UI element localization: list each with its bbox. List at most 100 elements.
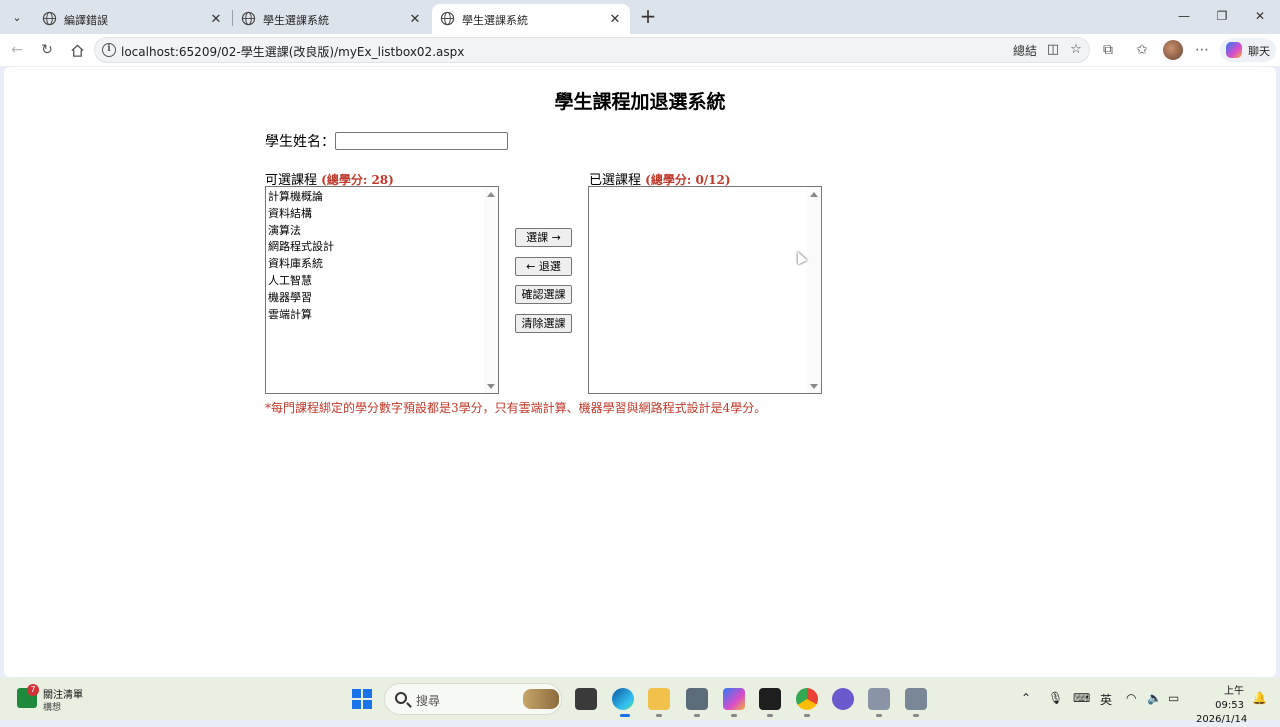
chevron-down-icon: ⌄ xyxy=(12,10,22,24)
list-item[interactable]: 演算法 xyxy=(268,223,498,240)
list-item[interactable]: 機器學習 xyxy=(268,290,498,307)
available-courses-listbox[interactable]: 計算機概論 資料結構 演算法 網路程式設計 資料庫系統 人工智慧 機器學習 雲端… xyxy=(265,186,499,394)
selected-courses-listbox[interactable] xyxy=(588,186,822,394)
scroll-down-icon[interactable] xyxy=(487,384,495,389)
visual-studio-icon[interactable] xyxy=(832,688,854,710)
start-button[interactable] xyxy=(352,689,372,709)
info-icon[interactable]: i xyxy=(102,43,116,57)
selected-courses-list xyxy=(589,187,821,189)
list-item[interactable]: 人工智慧 xyxy=(268,273,498,290)
notification-icon[interactable]: 🔔 xyxy=(1252,691,1267,705)
scroll-up-icon[interactable] xyxy=(810,192,818,197)
running-indicator xyxy=(876,714,882,717)
list-item[interactable]: 雲端計算 xyxy=(268,307,498,324)
copilot-label: 聊天 xyxy=(1248,45,1270,58)
more-icon: ⋯ xyxy=(1195,42,1209,58)
back-button[interactable]: ← xyxy=(6,39,28,61)
home-icon xyxy=(70,43,84,57)
tab-title: 學生選課系統 xyxy=(263,14,329,27)
scrollbar[interactable] xyxy=(807,187,821,393)
remote-desktop-icon[interactable] xyxy=(686,688,708,710)
ime-indicator[interactable]: 英 xyxy=(1100,691,1112,708)
widget-subtitle: 構想 xyxy=(43,703,62,713)
summarize-label[interactable]: 總結 xyxy=(1013,42,1037,59)
chrome-icon[interactable] xyxy=(796,688,818,710)
running-indicator xyxy=(804,714,810,717)
more-button[interactable]: ⋯ xyxy=(1191,39,1213,61)
running-indicator xyxy=(731,714,737,717)
minimize-button[interactable]: — xyxy=(1169,4,1199,28)
address-url[interactable]: localhost:65209/02-學生選課(改良版)/myEx_listbo… xyxy=(121,43,464,60)
extensions-button[interactable]: ⧉ xyxy=(1097,39,1119,61)
new-tab-button[interactable]: + xyxy=(638,6,658,27)
wifi-icon[interactable]: ◠ xyxy=(1126,691,1136,705)
restore-icon: ❐ xyxy=(1216,9,1228,23)
list-item[interactable]: 計算機概論 xyxy=(268,189,498,206)
search-placeholder: 搜尋 xyxy=(416,694,441,708)
camera-app-icon[interactable] xyxy=(868,688,890,710)
minimize-icon: — xyxy=(1178,9,1190,23)
close-icon[interactable]: ✕ xyxy=(406,10,424,28)
summarize-icon[interactable]: ◫ xyxy=(1045,42,1061,58)
list-item[interactable]: 資料結構 xyxy=(268,206,498,223)
address-bar[interactable]: i localhost:65209/02-學生選課(改良版)/myEx_list… xyxy=(94,37,1090,63)
back-icon: ← xyxy=(11,42,23,58)
copilot-app-icon[interactable] xyxy=(723,688,745,710)
globe-icon xyxy=(241,11,256,26)
keyboard-icon[interactable]: ⌨ xyxy=(1073,691,1090,705)
active-indicator xyxy=(620,714,630,717)
favorites-button[interactable]: ✩ xyxy=(1131,39,1153,61)
clock-date: 2026/1/14 xyxy=(1196,714,1248,725)
video-app-icon[interactable] xyxy=(905,688,927,710)
show-hidden-icons-icon[interactable]: ⌃ xyxy=(1021,691,1031,705)
home-button[interactable] xyxy=(66,39,88,61)
scrollbar[interactable] xyxy=(484,187,498,393)
widget-title[interactable]: 關注清單 xyxy=(43,686,83,701)
profile-avatar[interactable] xyxy=(1163,40,1183,60)
running-indicator xyxy=(694,714,700,717)
microphone-icon[interactable]: 🎙 xyxy=(1048,691,1063,705)
student-name-label: 學生姓名： xyxy=(265,134,335,150)
system-clock[interactable]: 上午 09:53 2026/1/14 xyxy=(1196,685,1248,727)
list-item[interactable]: 資料庫系統 xyxy=(268,256,498,273)
task-view-icon[interactable] xyxy=(575,688,597,710)
available-courses-list: 計算機概論 資料結構 演算法 網路程式設計 資料庫系統 人工智慧 機器學習 雲端… xyxy=(266,187,498,323)
copilot-button[interactable]: 聊天 xyxy=(1220,38,1276,62)
available-credit-total: (總學分: 28) xyxy=(321,173,394,187)
tab-compile-error[interactable]: 編譯錯誤 ✕ xyxy=(34,4,231,34)
search-highlight-icon xyxy=(523,689,559,709)
close-icon[interactable]: ✕ xyxy=(606,10,624,28)
confirm-selection-button[interactable]: 確認選課 xyxy=(515,285,572,304)
clear-selection-button[interactable]: 清除選課 xyxy=(515,314,572,333)
tab-course-system-1[interactable]: 學生選課系統 ✕ xyxy=(233,4,430,34)
globe-icon xyxy=(42,11,57,26)
edge-icon[interactable] xyxy=(612,688,634,710)
refresh-button[interactable]: ↻ xyxy=(36,39,58,61)
restore-button[interactable]: ❐ xyxy=(1207,4,1237,28)
page-title: 學生課程加退選系統 xyxy=(554,91,726,113)
tab-course-system-active[interactable]: 學生選課系統 ✕ xyxy=(432,4,630,34)
student-name-input[interactable] xyxy=(335,132,508,150)
battery-icon[interactable]: ▭ xyxy=(1168,691,1179,705)
search-icon xyxy=(395,692,407,704)
refresh-icon: ↻ xyxy=(41,42,53,58)
favorites-list-icon: ✩ xyxy=(1136,42,1148,58)
scroll-up-icon[interactable] xyxy=(487,192,495,197)
tab-actions-menu-button[interactable]: ⌄ xyxy=(6,6,28,28)
close-window-button[interactable]: ✕ xyxy=(1245,4,1275,28)
close-icon[interactable]: ✕ xyxy=(207,10,225,28)
notes-app-icon[interactable] xyxy=(759,688,781,710)
file-explorer-icon[interactable] xyxy=(648,688,670,710)
add-course-button[interactable]: 選課 → xyxy=(515,228,572,247)
taskbar: 7 關注清單 構想 搜尋 ⌃ 🎙 ⌨ 英 ◠ 🔈 ▭ 上午 09:53 2026… xyxy=(0,678,1280,725)
list-item[interactable]: 網路程式設計 xyxy=(268,239,498,256)
scroll-down-icon[interactable] xyxy=(810,384,818,389)
running-indicator xyxy=(913,714,919,717)
windows-logo-icon xyxy=(352,689,361,698)
copilot-icon xyxy=(1226,42,1242,58)
favorite-icon[interactable]: ☆ xyxy=(1068,42,1084,58)
volume-icon[interactable]: 🔈 xyxy=(1147,691,1162,705)
running-indicator xyxy=(767,714,773,717)
drop-course-button[interactable]: ← 退選 xyxy=(515,257,572,276)
taskbar-search[interactable]: 搜尋 xyxy=(384,683,562,715)
